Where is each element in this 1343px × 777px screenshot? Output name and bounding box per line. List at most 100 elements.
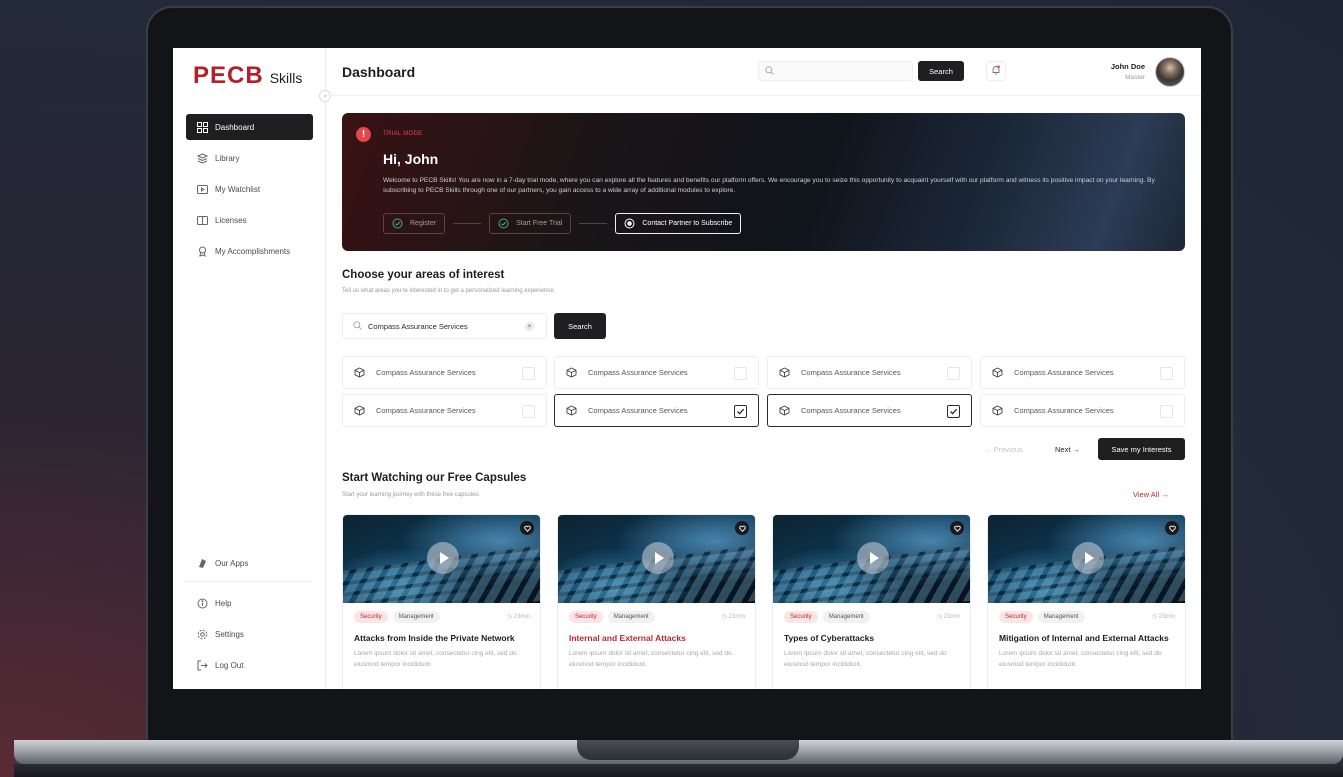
- heart-icon[interactable]: [520, 521, 534, 535]
- gear-icon: [196, 628, 208, 640]
- top-search-button[interactable]: Search: [918, 61, 964, 81]
- card-description: Lorem ipsum dolor sit amet, consectetur …: [569, 650, 732, 668]
- heart-icon[interactable]: [950, 521, 964, 535]
- capsule-card[interactable]: Security Management ◷ 23min Internal and…: [557, 514, 756, 689]
- cube-icon: [566, 367, 577, 378]
- sidebar-item-our-apps[interactable]: Our Apps: [186, 550, 313, 576]
- sidebar-item-accomplishments[interactable]: My Accomplishments: [186, 238, 313, 264]
- tag-management[interactable]: Management: [392, 611, 440, 623]
- sidebar-item-settings[interactable]: Settings: [186, 621, 313, 647]
- step-free-trial[interactable]: Start Free Trial: [489, 213, 572, 234]
- banner-greeting: Hi, John: [383, 151, 439, 167]
- tag-security[interactable]: Security: [999, 611, 1033, 623]
- notification-button[interactable]: [986, 61, 1006, 81]
- duration: ◷ 23min: [506, 613, 530, 621]
- tag-management[interactable]: Management: [607, 611, 655, 623]
- play-icon[interactable]: [642, 542, 674, 574]
- duration: ◷ 23min: [936, 613, 960, 621]
- capsule-card[interactable]: Security Management ◷ 23min Mitigation o…: [987, 514, 1186, 689]
- heart-icon[interactable]: [735, 521, 749, 535]
- interest-checkbox[interactable]: [522, 405, 535, 418]
- interest-tile[interactable]: Compass Assurance Services: [342, 394, 547, 427]
- trophy-icon: [196, 245, 208, 257]
- interest-checkbox-checked[interactable]: [947, 405, 960, 418]
- video-thumbnail[interactable]: [343, 515, 540, 603]
- interest-label: Compass Assurance Services: [376, 368, 476, 377]
- laptop-notch: [577, 740, 799, 760]
- interest-tile[interactable]: Compass Assurance Services: [767, 356, 972, 389]
- sidebar: PECB Skills Dashboard Library My Watchli…: [173, 48, 326, 689]
- tag-management[interactable]: Management: [822, 611, 870, 623]
- video-thumbnail[interactable]: [988, 515, 1185, 603]
- interest-tile[interactable]: Compass Assurance Services: [980, 394, 1185, 427]
- interests-search-box[interactable]: Compass Assurance Services ×: [342, 313, 547, 339]
- sidebar-item-dashboard[interactable]: Dashboard: [186, 114, 313, 140]
- sidebar-item-watchlist[interactable]: My Watchlist: [186, 176, 313, 202]
- top-header: Dashboard Search John Doe Master: [326, 48, 1201, 96]
- card-title[interactable]: Internal and External Attacks: [569, 632, 744, 645]
- card-body: Security Management ◷ 23min Types of Cyb…: [773, 603, 970, 670]
- capsules-title: Start Watching our Free Capsules: [342, 472, 527, 484]
- sidebar-item-label: Library: [215, 153, 240, 163]
- play-icon[interactable]: [857, 542, 889, 574]
- tag-security[interactable]: Security: [569, 611, 603, 623]
- contact-partner-button[interactable]: Contact Partner to Subscribe: [615, 213, 742, 234]
- user-role: Master: [1125, 74, 1145, 81]
- interest-tile[interactable]: Compass Assurance Services: [342, 356, 547, 389]
- card-title[interactable]: Mitigation of Internal and External Atta…: [999, 632, 1174, 645]
- card-title[interactable]: Types of Cyberattacks: [784, 632, 959, 645]
- dashboard-icon: [196, 121, 208, 133]
- next-button[interactable]: Next →: [1055, 445, 1080, 454]
- duration-value: 23min: [513, 613, 530, 620]
- avatar[interactable]: [1155, 57, 1185, 87]
- interest-tile[interactable]: Compass Assurance Services: [980, 356, 1185, 389]
- card-title[interactable]: Attacks from Inside the Private Network: [354, 632, 529, 645]
- top-search-input[interactable]: [778, 66, 908, 76]
- play-icon[interactable]: [1072, 542, 1104, 574]
- interest-checkbox[interactable]: [734, 367, 747, 380]
- sidebar-item-licenses[interactable]: Licenses: [186, 207, 313, 233]
- interest-tile[interactable]: Compass Assurance Services: [554, 394, 759, 427]
- sidebar-bottom: Our Apps Help Settings Log Out: [186, 550, 313, 683]
- video-thumbnail[interactable]: [558, 515, 755, 603]
- user-info[interactable]: John Doe Master: [1111, 62, 1145, 81]
- interest-tile[interactable]: Compass Assurance Services: [767, 394, 972, 427]
- video-thumbnail[interactable]: [773, 515, 970, 603]
- save-interests-button[interactable]: Save my Interests: [1098, 438, 1185, 460]
- card-body: Security Management ◷ 23min Attacks from…: [343, 603, 540, 670]
- trial-mode-label: TRIAL MODE: [383, 131, 423, 137]
- check-circle-icon: [498, 218, 509, 229]
- interest-checkbox-checked[interactable]: [734, 405, 747, 418]
- play-icon[interactable]: [427, 542, 459, 574]
- view-all-label: View All: [1133, 490, 1160, 499]
- alert-icon: !: [356, 127, 371, 142]
- heart-icon[interactable]: [1165, 521, 1179, 535]
- logo[interactable]: PECB Skills: [193, 62, 302, 90]
- capsule-card[interactable]: Security Management ◷ 23min Types of Cyb…: [772, 514, 971, 689]
- sidebar-item-help[interactable]: Help: [186, 590, 313, 616]
- interest-checkbox[interactable]: [522, 367, 535, 380]
- step-connector: [453, 223, 482, 224]
- interest-checkbox[interactable]: [1160, 367, 1173, 380]
- tag-security[interactable]: Security: [784, 611, 818, 623]
- capsule-card[interactable]: Security Management ◷ 23min Attacks from…: [342, 514, 541, 689]
- interest-label: Compass Assurance Services: [376, 406, 476, 415]
- sidebar-item-label: Licenses: [215, 215, 247, 225]
- tag-management[interactable]: Management: [1037, 611, 1085, 623]
- interest-checkbox[interactable]: [1160, 405, 1173, 418]
- interest-tile[interactable]: Compass Assurance Services: [554, 356, 759, 389]
- logout-icon: [196, 659, 208, 671]
- interest-checkbox[interactable]: [947, 367, 960, 380]
- sidebar-item-logout[interactable]: Log Out: [186, 652, 313, 678]
- card-tags: Security Management: [569, 611, 744, 623]
- tag-security[interactable]: Security: [354, 611, 388, 623]
- view-all-link[interactable]: View All →: [1133, 490, 1169, 499]
- previous-button[interactable]: ← Previous: [984, 445, 1023, 454]
- step-register[interactable]: Register: [383, 213, 446, 234]
- interests-title: Choose your areas of interest: [342, 269, 505, 281]
- sidebar-item-library[interactable]: Library: [186, 145, 313, 171]
- clear-search-icon[interactable]: ×: [525, 322, 534, 331]
- interests-search-button[interactable]: Search: [554, 313, 606, 339]
- previous-label: Previous: [993, 445, 1023, 454]
- check-circle-icon: [392, 218, 403, 229]
